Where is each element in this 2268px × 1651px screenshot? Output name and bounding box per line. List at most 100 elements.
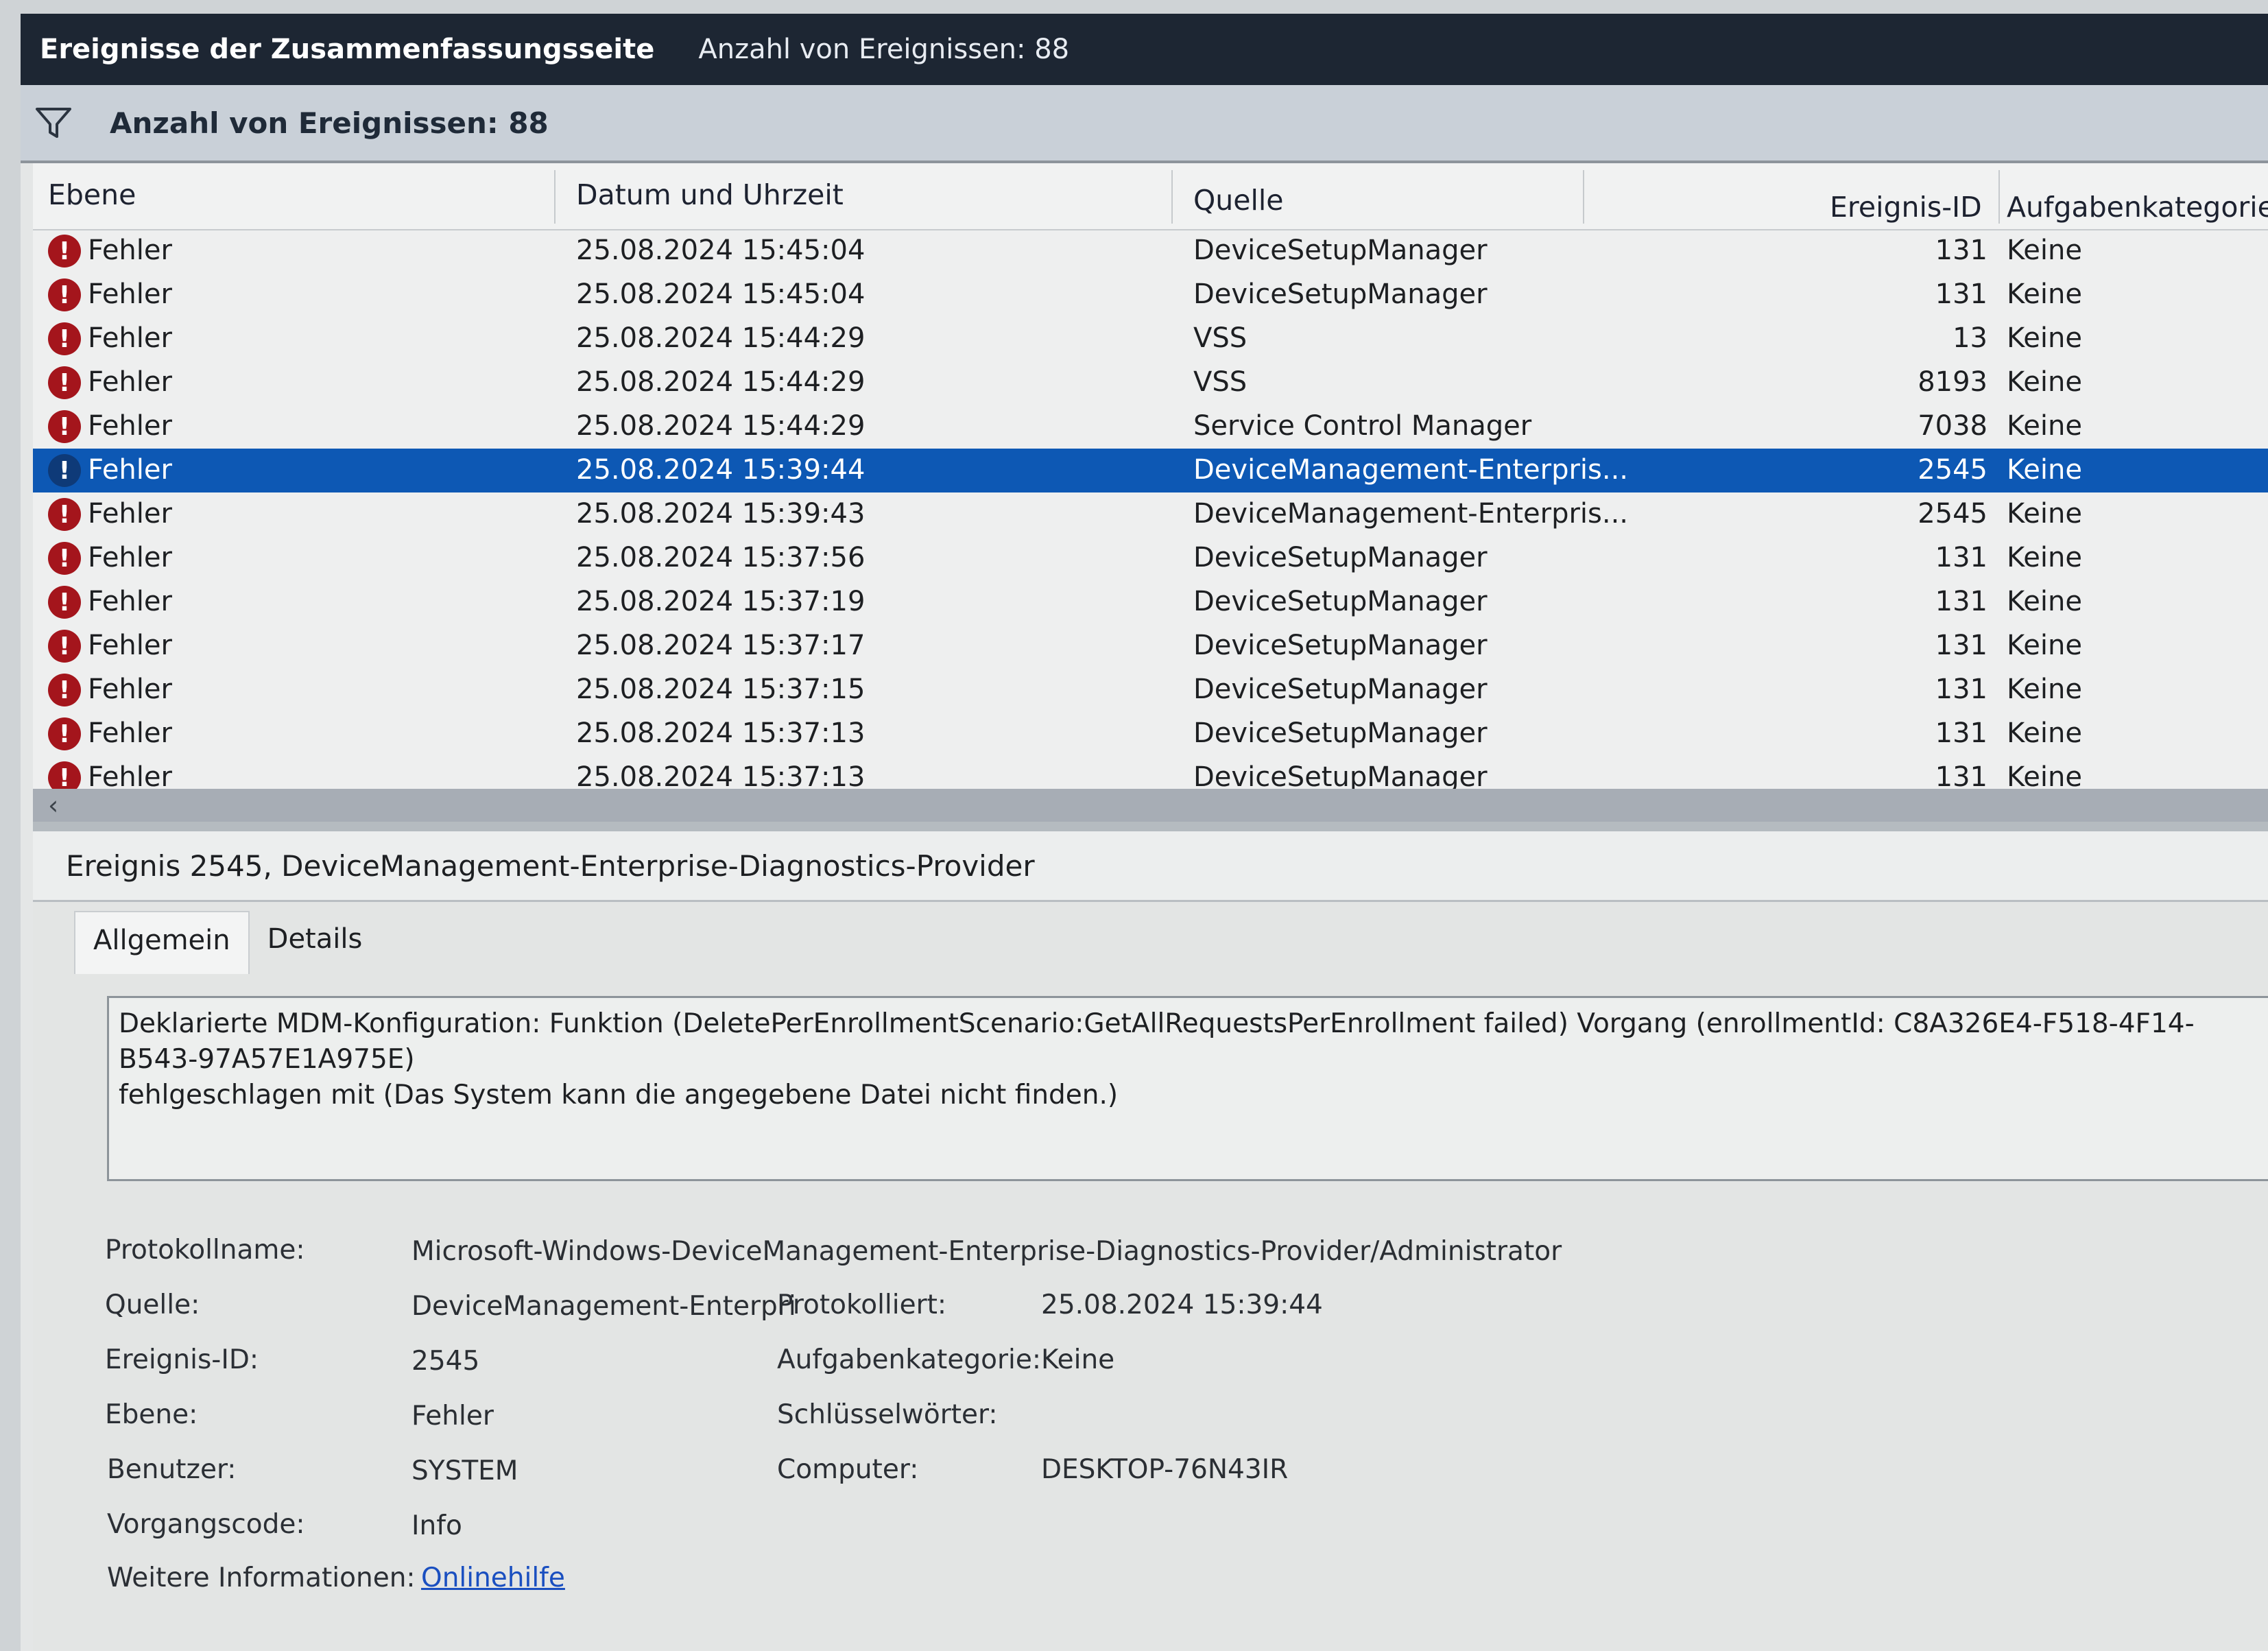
filter-count-label: Anzahl von Ereignissen: 88 bbox=[110, 106, 549, 140]
error-icon: ! bbox=[48, 322, 81, 355]
row-source: DeviceSetupManager bbox=[1193, 278, 1488, 310]
error-icon: ! bbox=[48, 235, 81, 268]
row-event-id: 7038 bbox=[1918, 410, 1988, 442]
row-date: 25.08.2024 15:37:17 bbox=[576, 630, 866, 661]
detail-tabs: Allgemein Details bbox=[74, 911, 381, 974]
row-source: VSS bbox=[1193, 366, 1248, 398]
opcode-label: Vorgangscode: bbox=[107, 1509, 305, 1540]
row-event-id: 131 bbox=[1935, 542, 1988, 573]
row-event-id: 131 bbox=[1935, 630, 1988, 661]
row-source: DeviceSetupManager bbox=[1193, 717, 1488, 749]
column-header-source[interactable]: Quelle bbox=[1193, 184, 1284, 217]
row-event-id: 13 bbox=[1953, 322, 1988, 354]
event-message-line: Deklarierte MDM-Konfiguration: Funktion … bbox=[119, 1008, 2195, 1075]
row-source: DeviceSetupManager bbox=[1193, 235, 1488, 266]
row-level: Fehler bbox=[88, 410, 172, 442]
online-help-link[interactable]: Onlinehilfe bbox=[421, 1563, 565, 1593]
detail-title: Ereignis 2545, DeviceManagement-Enterpri… bbox=[66, 848, 1035, 883]
row-date: 25.08.2024 15:44:29 bbox=[576, 322, 866, 354]
row-task-category: Keine bbox=[2007, 630, 2082, 661]
column-header-date[interactable]: Datum und Uhrzeit bbox=[576, 178, 844, 211]
row-level: Fehler bbox=[88, 454, 172, 486]
row-level: Fehler bbox=[88, 674, 172, 705]
event-id-label: Ereignis-ID: bbox=[105, 1344, 259, 1375]
row-source: VSS bbox=[1193, 322, 1248, 354]
row-source: DeviceSetupManager bbox=[1193, 542, 1488, 573]
event-list[interactable]: Ebene Datum und Uhrzeit Quelle Ereignis-… bbox=[33, 163, 2268, 822]
error-icon: ! bbox=[48, 454, 81, 487]
row-event-id: 2545 bbox=[1918, 454, 1988, 486]
event-count-title: Anzahl von Ereignissen: 88 bbox=[698, 34, 1070, 65]
table-row[interactable]: ! Fehler 25.08.2024 15:44:29 VSS 13 Keine bbox=[33, 317, 2268, 361]
source-label: Quelle: bbox=[105, 1290, 200, 1320]
column-separator[interactable] bbox=[1583, 170, 1584, 224]
column-separator[interactable] bbox=[1171, 170, 1173, 224]
column-header-task-category[interactable]: Aufgabenkategorie bbox=[2007, 191, 2268, 224]
table-row[interactable]: ! Fehler 25.08.2024 15:45:04 DeviceSetupMan… bbox=[33, 229, 2268, 273]
keywords-label: Schlüsselwörter: bbox=[777, 1399, 998, 1430]
row-event-id: 131 bbox=[1935, 278, 1988, 310]
tab-general[interactable]: Allgemein bbox=[74, 911, 250, 974]
tab-details[interactable]: Details bbox=[250, 911, 381, 973]
task-category-label: Aufgabenkategorie: bbox=[777, 1344, 1041, 1375]
row-date: 25.08.2024 15:44:29 bbox=[576, 410, 866, 442]
row-date: 25.08.2024 15:37:56 bbox=[576, 542, 866, 573]
error-icon: ! bbox=[48, 278, 81, 311]
user-value: SYSTEM bbox=[411, 1456, 518, 1486]
column-separator[interactable] bbox=[1998, 170, 2000, 224]
row-event-id: 131 bbox=[1935, 235, 1988, 266]
row-task-category: Keine bbox=[2007, 366, 2082, 398]
list-header: Ebene Datum und Uhrzeit Quelle Ereignis-… bbox=[33, 163, 2268, 230]
pane-splitter[interactable] bbox=[33, 822, 2268, 831]
error-icon: ! bbox=[48, 586, 81, 619]
error-icon: ! bbox=[48, 498, 81, 531]
horizontal-scrollbar[interactable]: ‹ bbox=[33, 789, 2268, 822]
event-viewer-window: Ereignisse der Zusammenfassungsseite Anz… bbox=[21, 14, 2268, 1651]
row-source: DeviceSetupManager bbox=[1193, 674, 1488, 705]
table-row[interactable]: ! Fehler 25.08.2024 15:39:44 DeviceManageme… bbox=[33, 449, 2268, 492]
event-detail-pane: Ereignis 2545, DeviceManagement-Enterpri… bbox=[33, 831, 2268, 1651]
table-row[interactable]: ! Fehler 25.08.2024 15:37:19 DeviceSetupMan… bbox=[33, 580, 2268, 624]
error-icon: ! bbox=[48, 630, 81, 663]
table-row[interactable]: ! Fehler 25.08.2024 15:45:04 DeviceSetupMan… bbox=[33, 273, 2268, 317]
row-level: Fehler bbox=[88, 366, 172, 398]
table-row[interactable]: ! Fehler 25.08.2024 15:37:13 DeviceSetupMan… bbox=[33, 712, 2268, 756]
filter-icon[interactable] bbox=[34, 104, 73, 142]
row-source: DeviceSetupManager bbox=[1193, 630, 1488, 661]
level-value: Fehler bbox=[411, 1401, 494, 1432]
source-value: DeviceManagement-Enterpri bbox=[411, 1291, 796, 1322]
row-level: Fehler bbox=[88, 586, 172, 617]
column-separator[interactable] bbox=[554, 170, 556, 224]
scroll-left-icon[interactable]: ‹ bbox=[48, 790, 58, 820]
table-row[interactable]: ! Fehler 25.08.2024 15:39:43 DeviceManageme… bbox=[33, 492, 2268, 536]
event-message-box[interactable]: Deklarierte MDM-Konfiguration: Funktion … bbox=[107, 996, 2268, 1181]
filter-bar: Anzahl von Ereignissen: 88 bbox=[21, 85, 2268, 163]
row-date: 25.08.2024 15:44:29 bbox=[576, 366, 866, 398]
table-row[interactable]: ! Fehler 25.08.2024 15:37:56 DeviceSetupMan… bbox=[33, 536, 2268, 580]
table-row[interactable]: ! Fehler 25.08.2024 15:44:29 Service Contro… bbox=[33, 405, 2268, 449]
table-row[interactable]: ! Fehler 25.08.2024 15:44:29 VSS 8193 Keine bbox=[33, 361, 2268, 405]
row-task-category: Keine bbox=[2007, 717, 2082, 749]
row-level: Fehler bbox=[88, 498, 172, 530]
row-task-category: Keine bbox=[2007, 674, 2082, 705]
row-date: 25.08.2024 15:39:44 bbox=[576, 454, 866, 486]
row-task-category: Keine bbox=[2007, 322, 2082, 354]
row-date: 25.08.2024 15:39:43 bbox=[576, 498, 866, 530]
row-task-category: Keine bbox=[2007, 410, 2082, 442]
table-row[interactable]: ! Fehler 25.08.2024 15:37:17 DeviceSetupMan… bbox=[33, 624, 2268, 668]
error-icon: ! bbox=[48, 717, 81, 750]
user-label: Benutzer: bbox=[107, 1454, 237, 1485]
row-source: DeviceManagement-Enterpris... bbox=[1193, 454, 1629, 486]
table-row[interactable]: ! Fehler 25.08.2024 15:37:15 DeviceSetupMan… bbox=[33, 668, 2268, 712]
event-message-line: fehlgeschlagen mit (Das System kann die … bbox=[119, 1080, 1119, 1110]
opcode-value: Info bbox=[411, 1510, 462, 1541]
row-date: 25.08.2024 15:37:15 bbox=[576, 674, 866, 705]
column-header-level[interactable]: Ebene bbox=[48, 178, 136, 211]
column-header-event-id[interactable]: Ereignis-ID bbox=[1830, 191, 1982, 224]
row-source: DeviceSetupManager bbox=[1193, 586, 1488, 617]
log-name-value: Microsoft-Windows-DeviceManagement-Enter… bbox=[411, 1236, 1562, 1267]
log-name-label: Protokollname: bbox=[105, 1235, 305, 1266]
row-event-id: 131 bbox=[1935, 586, 1988, 617]
row-level: Fehler bbox=[88, 278, 172, 310]
row-source: DeviceManagement-Enterpris... bbox=[1193, 498, 1629, 530]
